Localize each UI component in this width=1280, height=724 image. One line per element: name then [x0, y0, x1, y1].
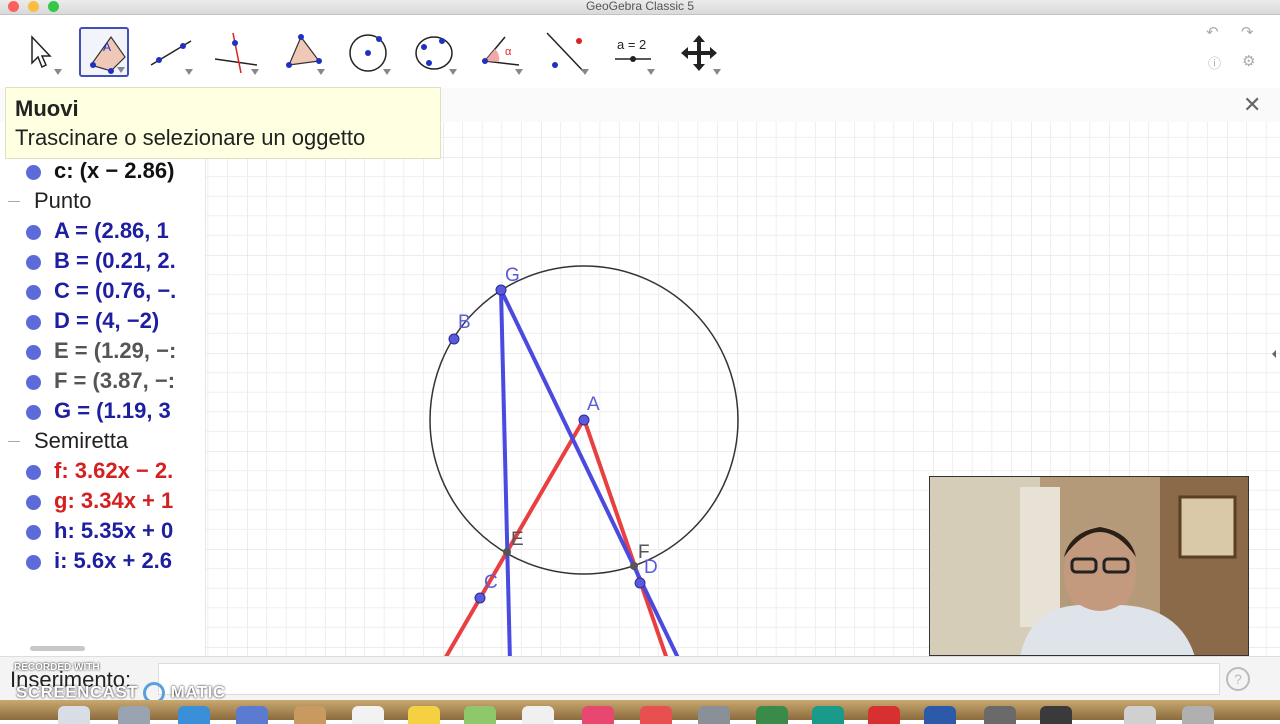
algebra-item[interactable]: G = (1.19, 3	[0, 398, 205, 426]
help-icon[interactable]: ?	[1226, 667, 1250, 691]
chevron-down-icon	[251, 69, 259, 75]
notes-dock-icon[interactable]	[408, 706, 440, 724]
algebra-item[interactable]: B = (0.21, 2.	[0, 248, 205, 276]
collapse-icon[interactable]	[8, 441, 20, 442]
input-field[interactable]	[158, 663, 1220, 695]
algebra-item[interactable]: E = (1.29, −:	[0, 338, 205, 366]
svg-text:C: C	[484, 572, 498, 593]
algebra-item[interactable]: h: 5.35x + 0	[0, 518, 205, 546]
window-titlebar: GeoGebra Classic 5	[0, 0, 1280, 15]
maps-dock-icon[interactable]	[464, 706, 496, 724]
svg-text:B: B	[458, 312, 471, 333]
watermark-recorded: RECORDED WITH	[14, 662, 100, 673]
chevron-down-icon	[54, 69, 62, 75]
toolbar: A α a = 2 ↶ ↷ ⓘ ⚙	[0, 15, 1280, 87]
photos-dock-icon[interactable]	[522, 706, 554, 724]
chevron-down-icon	[581, 69, 589, 75]
move-graphics-tool[interactable]	[673, 27, 723, 77]
algebra-item[interactable]: c: (x − 2.86)	[0, 158, 205, 186]
app-dock-icon[interactable]	[984, 706, 1016, 724]
chevron-down-icon	[317, 69, 325, 75]
visibility-toggle[interactable]	[26, 495, 41, 510]
visibility-toggle[interactable]	[26, 255, 41, 270]
music-dock-icon[interactable]	[582, 706, 614, 724]
app-dock-icon[interactable]	[924, 706, 956, 724]
algebra-item[interactable]: A = (2.86, 1	[0, 218, 205, 246]
slider-tool[interactable]: a = 2	[607, 27, 657, 77]
chevron-down-icon	[647, 69, 655, 75]
close-view-button[interactable]: ✕	[1243, 92, 1261, 118]
algebra-view: c: (x − 2.86) Punto A = (2.86, 1 B = (0.…	[0, 122, 206, 656]
angle-tool[interactable]: α	[475, 27, 525, 77]
perpendicular-line-tool[interactable]	[211, 27, 261, 77]
calendar-dock-icon[interactable]	[352, 706, 384, 724]
help-icon[interactable]: ⓘ	[1208, 53, 1221, 72]
redo-icon[interactable]: ↷	[1241, 23, 1254, 41]
algebra-item[interactable]: i: 5.6x + 2.6	[0, 548, 205, 576]
tooltip-description: Trascinare o selezionare un oggetto	[15, 125, 366, 150]
reflect-tool[interactable]	[541, 27, 591, 77]
svg-text:A: A	[103, 40, 111, 54]
mail-dock-icon[interactable]	[236, 706, 268, 724]
trash-dock-icon[interactable]	[1182, 706, 1214, 724]
chevron-down-icon	[713, 69, 721, 75]
preferences-dock-icon[interactable]	[698, 706, 730, 724]
webcam-overlay	[929, 476, 1249, 656]
visibility-toggle[interactable]	[26, 405, 41, 420]
window-title: GeoGebra Classic 5	[585, 0, 695, 13]
svg-text:E: E	[511, 529, 524, 550]
horizontal-scrollbar[interactable]	[30, 646, 85, 651]
app-dock-icon[interactable]	[812, 706, 844, 724]
svg-text:G: G	[505, 265, 520, 286]
launchpad-dock-icon[interactable]	[118, 706, 150, 724]
visibility-toggle[interactable]	[26, 465, 41, 480]
ellipse-tool[interactable]	[409, 27, 459, 77]
algebra-item[interactable]: D = (4, −2)	[0, 308, 205, 336]
chevron-down-icon	[449, 69, 457, 75]
chevron-down-icon	[515, 69, 523, 75]
chevron-down-icon	[383, 69, 391, 75]
visibility-toggle[interactable]	[26, 345, 41, 360]
undo-icon[interactable]: ↶	[1206, 23, 1219, 41]
algebra-item[interactable]: f: 3.62x − 2.	[0, 458, 205, 486]
visibility-toggle[interactable]	[26, 285, 41, 300]
visibility-toggle[interactable]	[26, 165, 41, 180]
contacts-dock-icon[interactable]	[294, 706, 326, 724]
downloads-dock-icon[interactable]	[1124, 706, 1156, 724]
line-tool[interactable]	[145, 27, 195, 77]
move-tool[interactable]	[14, 27, 64, 77]
visibility-toggle[interactable]	[26, 225, 41, 240]
svg-text:a = 2: a = 2	[617, 37, 646, 52]
visibility-toggle[interactable]	[26, 555, 41, 570]
collapse-icon[interactable]	[8, 201, 20, 202]
polygon-tool[interactable]: A	[79, 27, 129, 77]
finder-dock-icon[interactable]	[58, 706, 90, 724]
safari-dock-icon[interactable]	[178, 706, 210, 724]
app-dock-icon[interactable]	[1040, 706, 1072, 724]
svg-text:α: α	[505, 46, 512, 58]
app-dock-icon[interactable]	[756, 706, 788, 724]
chevron-down-icon	[185, 69, 193, 75]
tool-tooltip: Muovi Trascinare o selezionare un oggett…	[5, 87, 441, 159]
tooltip-title: Muovi	[15, 96, 79, 121]
circle-center-tool[interactable]	[343, 27, 393, 77]
algebra-item[interactable]: g: 3.34x + 1	[0, 488, 205, 516]
algebra-item[interactable]: F = (3.87, −:	[0, 368, 205, 396]
svg-text:D: D	[644, 557, 658, 578]
svg-text:A: A	[587, 394, 600, 415]
appstore-dock-icon[interactable]	[640, 706, 672, 724]
chevron-down-icon	[117, 67, 125, 73]
visibility-toggle[interactable]	[26, 525, 41, 540]
gear-icon[interactable]: ⚙	[1242, 52, 1255, 70]
visibility-toggle[interactable]	[26, 375, 41, 390]
polygon-triangle-tool[interactable]	[277, 27, 327, 77]
visibility-toggle[interactable]	[26, 315, 41, 330]
webcam-image	[930, 477, 1248, 655]
app-dock-icon[interactable]	[868, 706, 900, 724]
algebra-item[interactable]: C = (0.76, −.	[0, 278, 205, 306]
